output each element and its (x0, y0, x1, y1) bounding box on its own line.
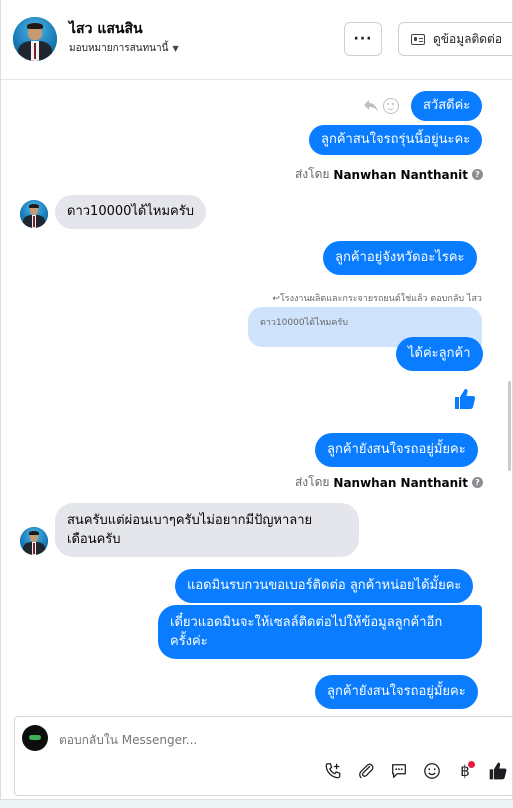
reply-hint: ↩โรงงานผลิตและกระจายรถยนต์ใช่แล้ว ตอบกลั… (272, 294, 482, 304)
view-contact-label: ดูข้อมูลติดต่อ (433, 31, 503, 46)
reply-input[interactable] (59, 733, 339, 747)
more-options-button[interactable]: ··· (344, 22, 382, 56)
conversation-header: ไสว แสนสิน มอบหมายการสนทนานี้ ▼ ··· ดูข้… (1, 0, 512, 80)
view-contact-button[interactable]: ดูข้อมูลติดต่อ (398, 22, 512, 56)
incoming-message[interactable]: ดาว10000ได้ไหมครับ (55, 195, 206, 229)
outgoing-message[interactable]: สวัสดีค่ะ (411, 91, 483, 121)
contact-avatar[interactable] (13, 17, 57, 61)
message-actions (363, 98, 399, 114)
outgoing-message[interactable]: เดี๋ยวแอดมินจะให้เซลล์ติดต่อไปให้ข้อมูลล… (158, 605, 482, 659)
outgoing-message[interactable]: ลูกค้าสนใจรถรุ่นนี้อยู่นะคะ (309, 125, 483, 155)
thumbs-up-icon[interactable] (488, 761, 508, 781)
sent-by-label: ส่งโดย Nanwhan Nanthanit ? (295, 473, 483, 492)
baht-payment-icon[interactable]: ฿ (455, 761, 475, 781)
reply-icon[interactable] (363, 99, 379, 113)
outgoing-message[interactable]: ลูกค้าอยู่จังหวัดอะไรคะ (323, 241, 477, 275)
sender-name: Nanwhan Nanthanit (333, 167, 468, 182)
composer-toolbar: ฿ (323, 761, 508, 781)
chat-bubble-icon[interactable] (389, 761, 409, 781)
help-icon[interactable]: ? (472, 169, 483, 180)
assign-label: มอบหมายการสนทนานี้ (69, 43, 169, 54)
thumbs-up-icon (455, 389, 476, 409)
notification-dot (468, 761, 475, 768)
reply-composer: ฿ (14, 716, 512, 796)
assign-conversation-dropdown[interactable]: มอบหมายการสนทนานี้ ▼ (69, 41, 179, 56)
incoming-message[interactable]: สนครับแต่ผ่อนเบาๆครับไม่อยากมีปัญหาลาย เ… (55, 503, 359, 557)
help-icon[interactable]: ? (472, 477, 483, 488)
message-thread[interactable]: สวัสดีค่ะ ลูกค้าสนใจรถรุ่นนี้อยู่นะคะ ส่… (1, 81, 512, 711)
messenger-panel: ไสว แสนสิน มอบหมายการสนทนานี้ ▼ ··· ดูข้… (0, 0, 513, 800)
outgoing-message[interactable]: ได้ค่ะลูกค้า (396, 337, 483, 371)
scrollbar[interactable] (508, 381, 511, 471)
emoji-icon[interactable] (422, 761, 442, 781)
contact-card-icon (411, 33, 425, 45)
caret-down-icon: ▼ (172, 44, 179, 53)
page-avatar (22, 725, 48, 751)
attach-icon[interactable] (356, 761, 376, 781)
emoji-reaction-icon[interactable] (383, 98, 399, 114)
outgoing-message[interactable]: ลูกค้ายังสนใจรถอยู่มั้ยคะ (315, 433, 478, 467)
contact-avatar-small (20, 200, 48, 228)
contact-name[interactable]: ไสว แสนสิน (69, 18, 143, 40)
call-add-icon[interactable] (323, 761, 343, 781)
sender-name: Nanwhan Nanthanit (333, 475, 468, 490)
more-icon: ··· (353, 31, 373, 47)
outgoing-message[interactable]: แอดมินรบกวนขอเบอร์ติดต่อ ลูกค้าหน่อยได้ม… (175, 569, 474, 603)
outgoing-message[interactable]: ลูกค้ายังสนใจรถอยู่มั้ยคะ (315, 675, 478, 709)
contact-avatar-small (20, 527, 48, 555)
sent-by-label: ส่งโดย Nanwhan Nanthanit ? (295, 165, 483, 184)
